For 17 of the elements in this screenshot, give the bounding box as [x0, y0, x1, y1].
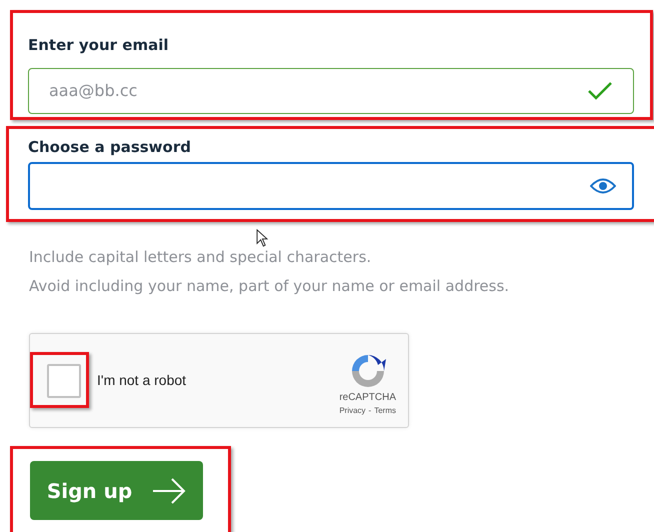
password-label: Choose a password: [28, 137, 192, 158]
terms-link[interactable]: Terms: [374, 404, 396, 416]
mouse-cursor-icon: [256, 229, 269, 247]
sign-up-button[interactable]: Sign up: [30, 461, 203, 520]
robot-checkbox[interactable]: [47, 364, 81, 398]
link-separator: -: [368, 404, 372, 416]
recaptcha-brand: reCAPTCHA: [339, 390, 396, 404]
arrow-right-icon: [152, 478, 186, 504]
privacy-link[interactable]: Privacy: [339, 404, 366, 416]
email-value: aaa@bb.cc: [49, 80, 138, 102]
password-hint: Include capital letters and special characters.: [29, 249, 372, 266]
robot-label: I'm not a robot: [97, 371, 188, 390]
password-field[interactable]: [28, 162, 634, 210]
email-label: Enter your email: [28, 35, 170, 56]
password-hint: Avoid including your name, part of your name or email address.: [29, 278, 510, 295]
eye-icon[interactable]: [590, 177, 616, 195]
checkmark-icon: [587, 81, 613, 101]
